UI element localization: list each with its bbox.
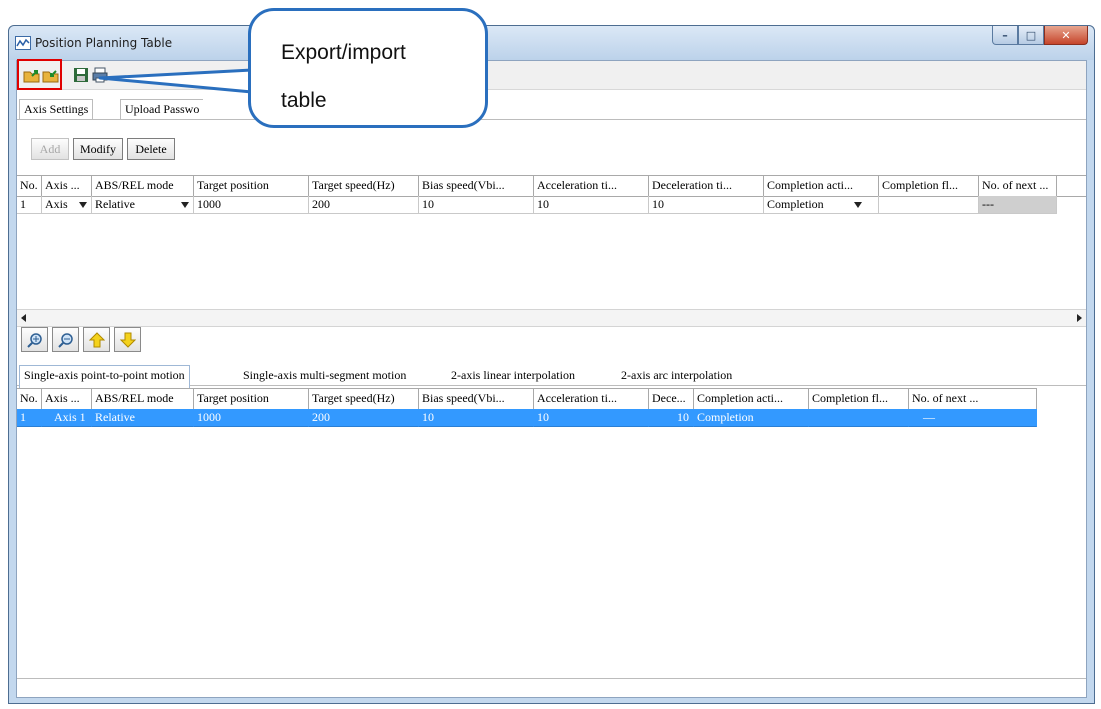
- cell-target-speed: 200: [309, 409, 419, 427]
- cell-bias-speed: 10: [419, 409, 534, 427]
- deceleration-field[interactable]: 10: [649, 196, 764, 214]
- top-table-header: No. Axis ... ABS/REL mode Target positio…: [17, 175, 1086, 197]
- axis-value: Axis: [45, 197, 68, 211]
- tab-upload-password[interactable]: Upload Passwo: [120, 99, 204, 119]
- table-row[interactable]: 1 Axis 1 Relative 1000 200 10 10 10 Comp…: [17, 409, 1037, 427]
- target-speed-field[interactable]: 200: [309, 196, 419, 214]
- status-bar: [17, 678, 1086, 697]
- cell-mode: Relative: [92, 409, 194, 427]
- scroll-right-icon[interactable]: [1077, 314, 1082, 322]
- minimize-button[interactable]: –: [992, 26, 1018, 45]
- cell-no: 1: [17, 409, 42, 427]
- col-abs-rel-mode[interactable]: ABS/REL mode: [92, 176, 194, 196]
- acceleration-field[interactable]: 10: [534, 196, 649, 214]
- col-axis[interactable]: Axis ...: [42, 176, 92, 196]
- tab-single-axis-point-to-point[interactable]: Single-axis point-to-point motion: [19, 365, 190, 389]
- tab-2-axis-linear[interactable]: 2-axis linear interpolation: [447, 366, 579, 385]
- cell-no: 1: [17, 196, 42, 214]
- target-position-field[interactable]: 1000: [194, 196, 309, 214]
- col-completion-flag[interactable]: Completion fl...: [879, 176, 979, 196]
- col-completion-action[interactable]: Completion acti...: [694, 389, 809, 409]
- mode-select[interactable]: Relative: [92, 196, 194, 214]
- client-area: Axis Settings Upload Passwo Add Modify D…: [16, 59, 1087, 698]
- col-completion-action[interactable]: Completion acti...: [764, 176, 879, 196]
- col-completion-flag[interactable]: Completion fl...: [809, 389, 909, 409]
- col-acceleration[interactable]: Acceleration ti...: [534, 176, 649, 196]
- export-import-highlight: [17, 59, 62, 90]
- app-icon: [15, 36, 31, 50]
- window-title: Position Planning Table: [35, 36, 173, 50]
- col-deceleration[interactable]: Deceleration ti...: [649, 176, 764, 196]
- bias-speed-field[interactable]: 10: [419, 196, 534, 214]
- completion-action-select[interactable]: Completion: [764, 196, 879, 214]
- callout-line-1: Export/import: [281, 41, 406, 64]
- zoom-out-button[interactable]: [52, 327, 79, 352]
- move-down-button[interactable]: [114, 327, 141, 352]
- col-acceleration[interactable]: Acceleration ti...: [534, 389, 649, 409]
- axis-tabs: Axis Settings Upload Passwo: [17, 97, 1086, 120]
- add-button[interactable]: Add: [31, 138, 69, 160]
- tab-2-axis-arc[interactable]: 2-axis arc interpolation: [617, 366, 736, 385]
- cell-acceleration: 10: [534, 409, 649, 427]
- chevron-down-icon[interactable]: [181, 202, 189, 208]
- bottom-table-header: No. Axis ... ABS/REL mode Target positio…: [17, 388, 1037, 410]
- move-down-icon: [119, 332, 136, 348]
- col-target-speed[interactable]: Target speed(Hz): [309, 176, 419, 196]
- export-import-callout: Export/import table: [248, 8, 488, 128]
- zoom-in-button[interactable]: [21, 327, 48, 352]
- move-up-button[interactable]: [83, 327, 110, 352]
- zoom-out-icon: [57, 332, 73, 348]
- col-axis[interactable]: Axis ...: [42, 389, 92, 409]
- close-button[interactable]: ✕: [1044, 26, 1088, 45]
- move-up-icon: [88, 331, 105, 347]
- cell-completion-action: Completion: [694, 409, 809, 427]
- toolbar: [17, 59, 1086, 90]
- callout-line-2: table: [281, 89, 327, 112]
- title-bar: Position Planning Table – □ ✕: [9, 26, 1094, 60]
- cell-target-position: 1000: [194, 409, 309, 427]
- print-icon[interactable]: [91, 66, 109, 84]
- cell-next-number: —: [909, 409, 1037, 427]
- col-target-speed[interactable]: Target speed(Hz): [309, 389, 419, 409]
- col-deceleration[interactable]: Dece...: [649, 389, 694, 409]
- col-no[interactable]: No.: [17, 389, 42, 409]
- chevron-down-icon[interactable]: [854, 202, 862, 208]
- cell-deceleration: 10: [649, 409, 694, 427]
- axis-select[interactable]: Axis: [42, 196, 92, 214]
- save-icon[interactable]: [72, 66, 90, 84]
- horizontal-scrollbar[interactable]: [17, 309, 1086, 327]
- col-bias-speed[interactable]: Bias speed(Vbi...: [419, 176, 534, 196]
- col-target-position[interactable]: Target position: [194, 176, 309, 196]
- cell-completion-flag: [809, 409, 909, 427]
- col-next-number[interactable]: No. of next ...: [909, 389, 1037, 409]
- motion-tabs: Single-axis point-to-point motion Single…: [17, 365, 1086, 389]
- bottom-motion-table: No. Axis ... ABS/REL mode Target positio…: [17, 388, 1086, 688]
- cell-axis: Axis 1: [42, 409, 92, 427]
- delete-button[interactable]: Delete: [127, 138, 175, 160]
- maximize-button[interactable]: □: [1018, 26, 1044, 45]
- col-abs-rel-mode[interactable]: ABS/REL mode: [92, 389, 194, 409]
- mode-value: Relative: [95, 197, 135, 211]
- scroll-left-icon[interactable]: [21, 314, 26, 322]
- completion-flag-field[interactable]: [879, 196, 979, 214]
- zoom-in-icon: [26, 332, 42, 348]
- col-no[interactable]: No.: [17, 176, 42, 196]
- position-planning-window: Position Planning Table – □ ✕ Axis Setti…: [8, 25, 1095, 704]
- col-target-position[interactable]: Target position: [194, 389, 309, 409]
- completion-action-value: Completion: [767, 197, 824, 211]
- col-bias-speed[interactable]: Bias speed(Vbi...: [419, 389, 534, 409]
- tab-single-axis-multi-segment[interactable]: Single-axis multi-segment motion: [239, 366, 410, 385]
- modify-button[interactable]: Modify: [73, 138, 123, 160]
- col-next-number[interactable]: No. of next ...: [979, 176, 1057, 196]
- next-number-field[interactable]: ---: [979, 196, 1057, 214]
- chevron-down-icon[interactable]: [79, 202, 87, 208]
- tab-axis-settings[interactable]: Axis Settings: [19, 99, 94, 119]
- top-position-table: No. Axis ... ABS/REL mode Target positio…: [17, 175, 1086, 309]
